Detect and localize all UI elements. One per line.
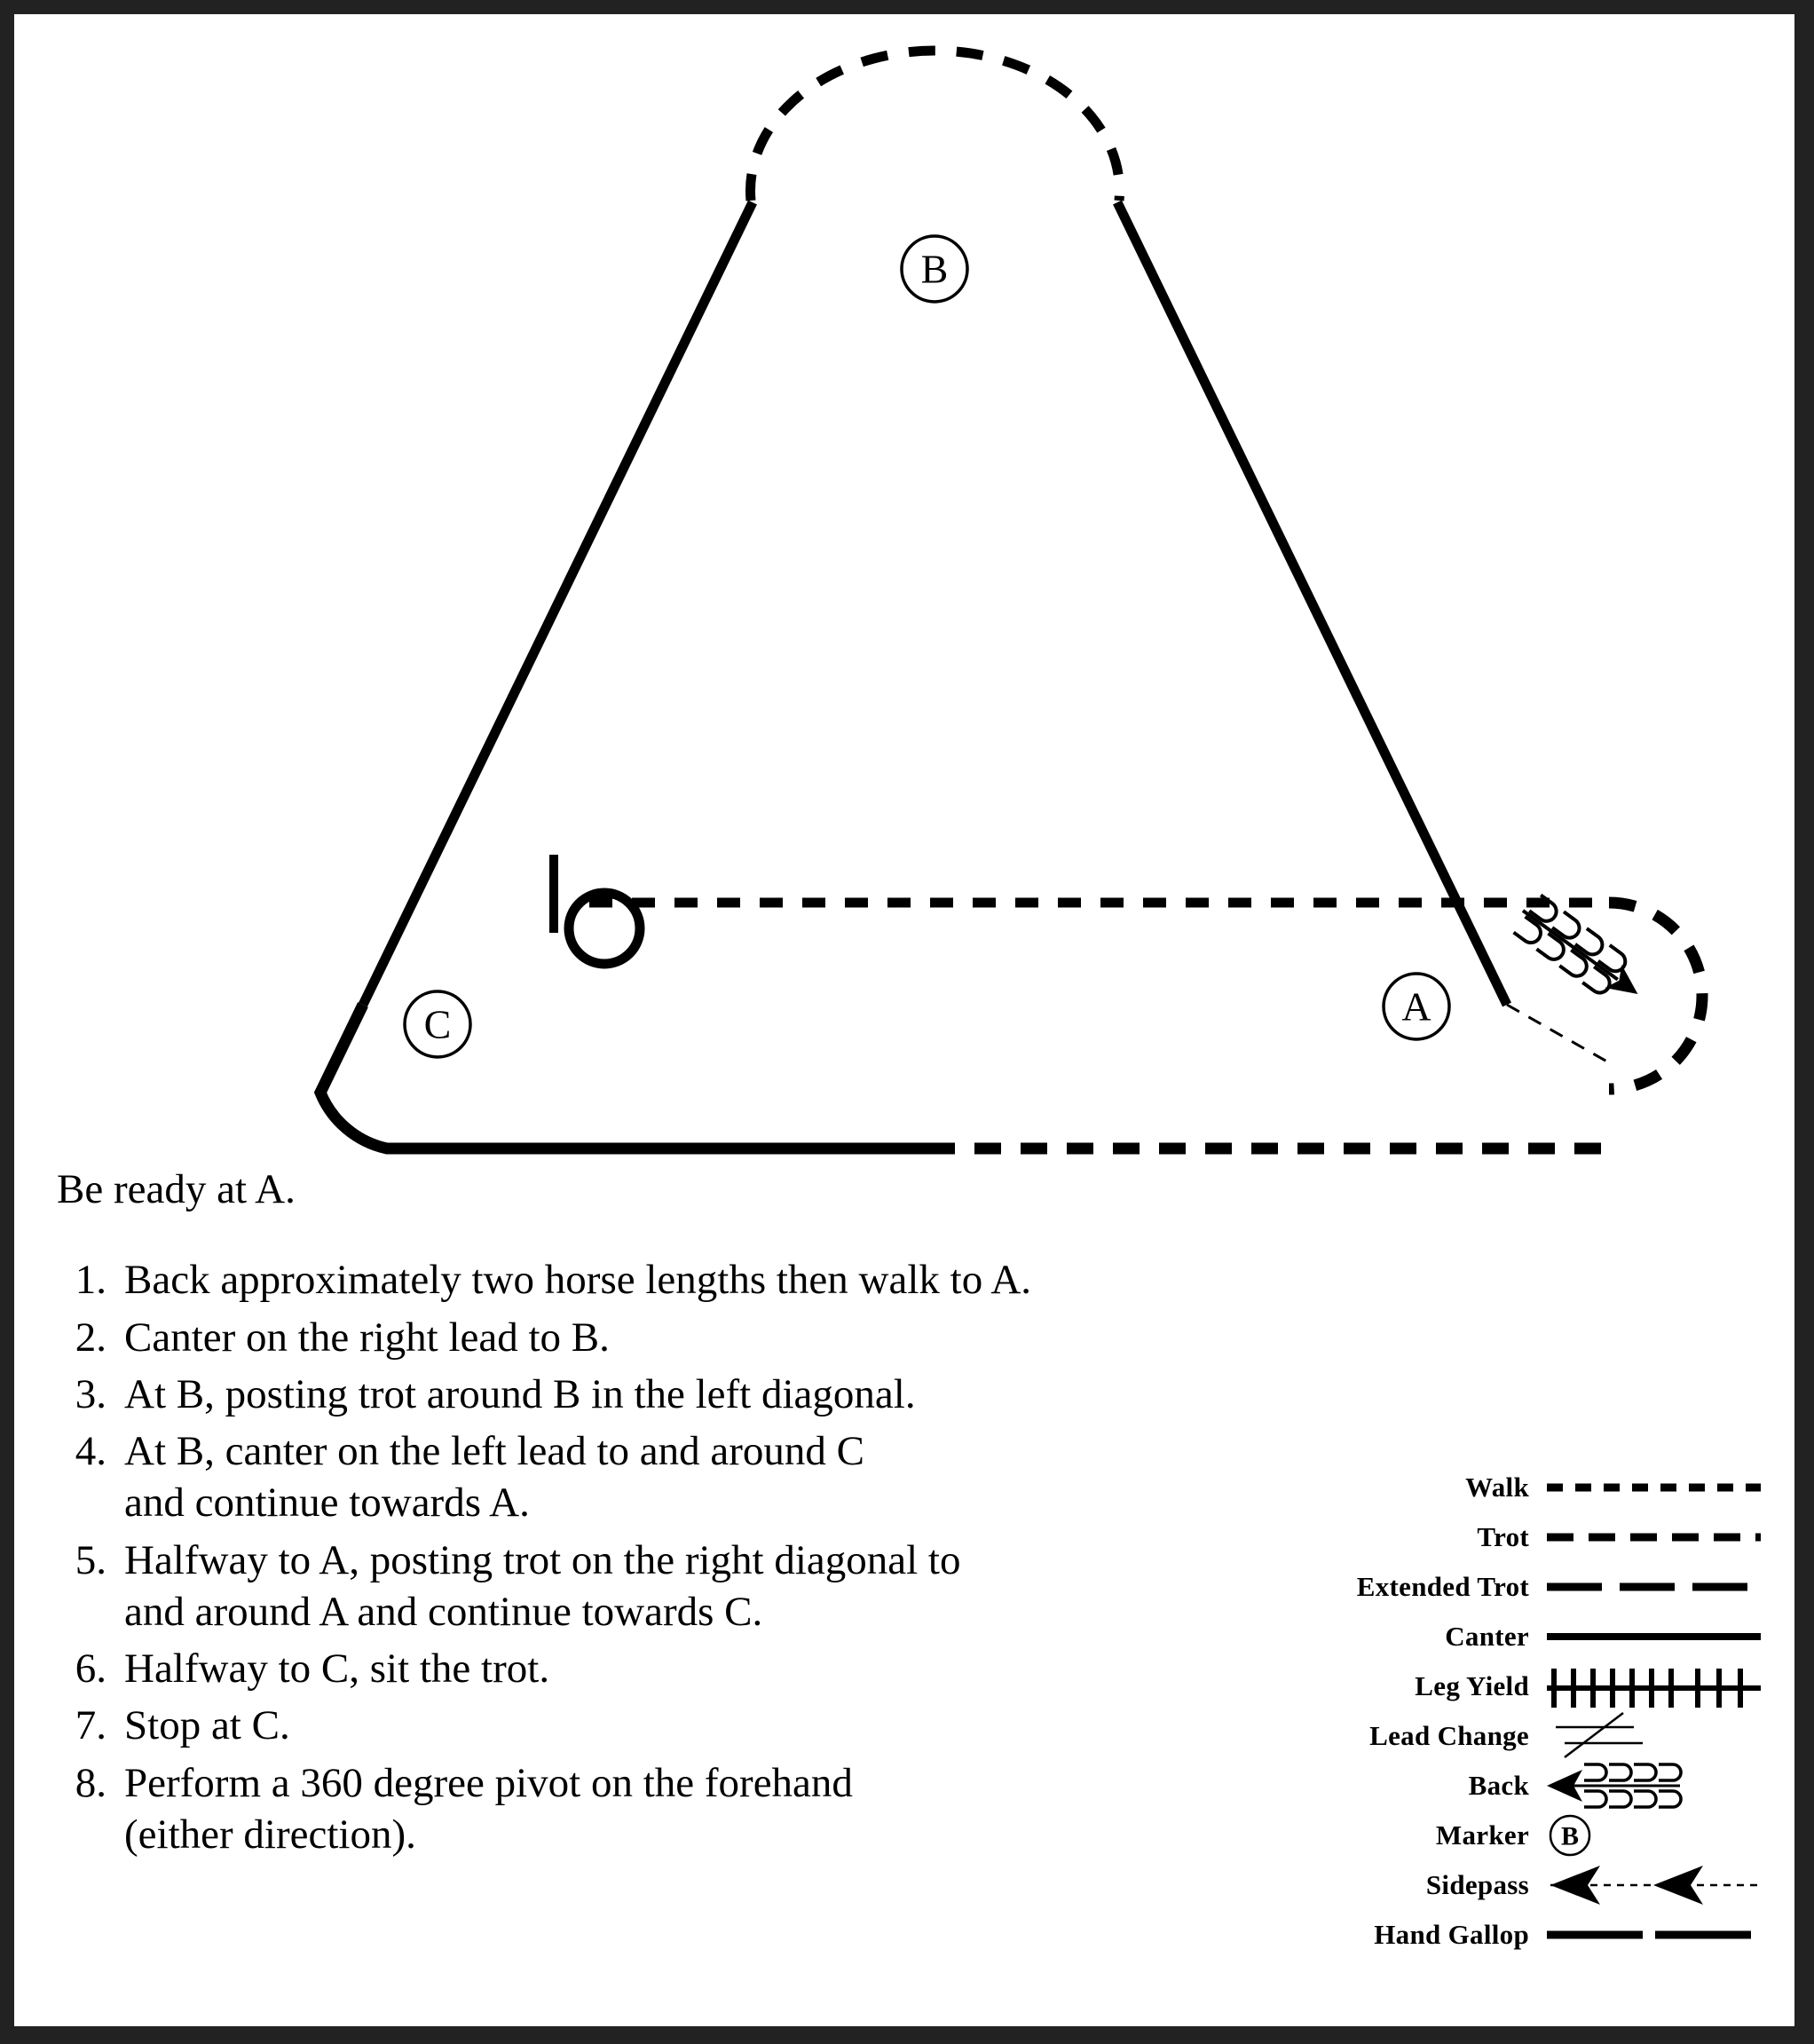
legend-label: Leg Yield — [1415, 1670, 1529, 1701]
legend-row-marker: Marker B — [1239, 1811, 1763, 1860]
step-line: Perform a 360 degree pivot on the foreha… — [124, 1759, 853, 1806]
legend-label: Sidepass — [1425, 1869, 1529, 1900]
legend-label: Hand Gallop — [1374, 1919, 1529, 1950]
legend-marker-letter: B — [1561, 1822, 1579, 1851]
step-line: At B, canter on the left lead to and aro… — [124, 1428, 864, 1475]
diagram-marker-c: C — [403, 990, 472, 1059]
legend-label: Trot — [1477, 1521, 1529, 1552]
steps-list: 1. Back approximately two horse lengths … — [57, 1254, 1211, 1860]
step-line: and around A and continue towards C. — [124, 1588, 763, 1635]
legend-label: Canter — [1445, 1621, 1529, 1652]
step-item: 6. Halfway to C, sit the trot. — [57, 1643, 1211, 1694]
canter-fade-line-at-a — [1506, 1003, 1613, 1066]
page-canvas: B A C Be ready at A. 1. Back approximate… — [14, 14, 1794, 2026]
marker-circle-b-icon: B — [1545, 1811, 1763, 1860]
diagram-marker-b: B — [900, 234, 969, 304]
step-line: At B, posting trot around B in the left … — [124, 1370, 916, 1417]
legend-row-trot: Trot — [1239, 1512, 1763, 1562]
legend-row-extended-trot: Extended Trot — [1239, 1562, 1763, 1612]
step-number: 6. — [75, 1645, 106, 1693]
legend-row-sidepass: Sidepass — [1239, 1860, 1763, 1910]
legend-row-canter: Canter — [1239, 1612, 1763, 1661]
step-line: Stop at C. — [124, 1702, 290, 1749]
sidepass-double-arrow-icon — [1545, 1860, 1763, 1910]
canter-turn-around-c — [313, 1002, 396, 1155]
step-number: 1. — [75, 1257, 106, 1304]
step-item: 3. At B, posting trot around B in the le… — [57, 1369, 1211, 1420]
step-line: Canter on the right lead to B. — [124, 1314, 610, 1361]
hand-gallop-long-dash-icon — [1545, 1910, 1763, 1960]
diagram-marker-c-label: C — [424, 1002, 452, 1047]
walk-arc-around-a — [1608, 896, 1708, 1095]
trot-dashed-line-icon — [1545, 1512, 1763, 1562]
diagram-marker-a-label: A — [1401, 984, 1431, 1030]
step-item: 2. Canter on the right lead to B. — [57, 1312, 1211, 1363]
legend-label: Back — [1468, 1770, 1529, 1801]
page-frame: B A C Be ready at A. 1. Back approximate… — [0, 0, 1814, 2044]
legend-label: Extended Trot — [1356, 1571, 1529, 1602]
step-number: 2. — [75, 1314, 106, 1361]
step-item: 5. Halfway to A, posting trot on the rig… — [57, 1535, 1211, 1638]
trot-arc-around-b — [745, 45, 1124, 201]
legend-row-back: Back — [1239, 1761, 1763, 1811]
walk-dashed-line-icon — [1545, 1463, 1763, 1512]
diagram-marker-a: A — [1382, 972, 1451, 1041]
gait-legend: Walk Trot Extended Trot Canter Leg Yield… — [1239, 1463, 1763, 1960]
instructions-block: Be ready at A. 1. Back approximately two… — [57, 1166, 1211, 1866]
step-line: Halfway to A, posting trot on the right … — [124, 1536, 961, 1583]
intro-text: Be ready at A. — [57, 1166, 296, 1212]
canter-solid-line-icon — [1545, 1612, 1763, 1661]
legend-label: Marker — [1435, 1819, 1529, 1851]
step-line: Halfway to C, sit the trot. — [124, 1645, 550, 1693]
step-item: 1. Back approximately two horse lengths … — [57, 1254, 1211, 1306]
pattern-diagram: B A C — [14, 14, 1794, 1177]
canter-line-b-to-a — [1113, 200, 1511, 1007]
step-number: 4. — [75, 1428, 106, 1475]
lead-change-slash-icon — [1545, 1711, 1763, 1761]
legend-row-walk: Walk — [1239, 1463, 1763, 1512]
extended-trot-dashed-line-icon — [1545, 1562, 1763, 1612]
legend-label: Walk — [1465, 1472, 1529, 1503]
legend-row-hand-gallop: Hand Gallop — [1239, 1910, 1763, 1960]
leg-yield-hatched-line-icon — [1545, 1661, 1763, 1711]
legend-row-leg-yield: Leg Yield — [1239, 1661, 1763, 1711]
diagram-marker-b-label: B — [921, 247, 949, 292]
step-line: Back approximately two horse lengths the… — [124, 1257, 1032, 1304]
step-item: 8. Perform a 360 degree pivot on the for… — [57, 1757, 1211, 1861]
step-number: 7. — [75, 1702, 106, 1749]
step-item: 7. Stop at C. — [57, 1700, 1211, 1751]
step-line: and continue towards A. — [124, 1480, 530, 1527]
step-number: 5. — [75, 1536, 106, 1583]
step-number: 3. — [75, 1370, 106, 1417]
step-line: (either direction). — [124, 1811, 416, 1858]
legend-label: Lead Change — [1369, 1720, 1529, 1751]
step-number: 8. — [75, 1759, 106, 1806]
legend-row-lead-change: Lead Change — [1239, 1711, 1763, 1761]
step-item: 4. At B, canter on the left lead to and … — [57, 1425, 1211, 1529]
back-arrow-hoofprints-icon — [1545, 1761, 1763, 1811]
